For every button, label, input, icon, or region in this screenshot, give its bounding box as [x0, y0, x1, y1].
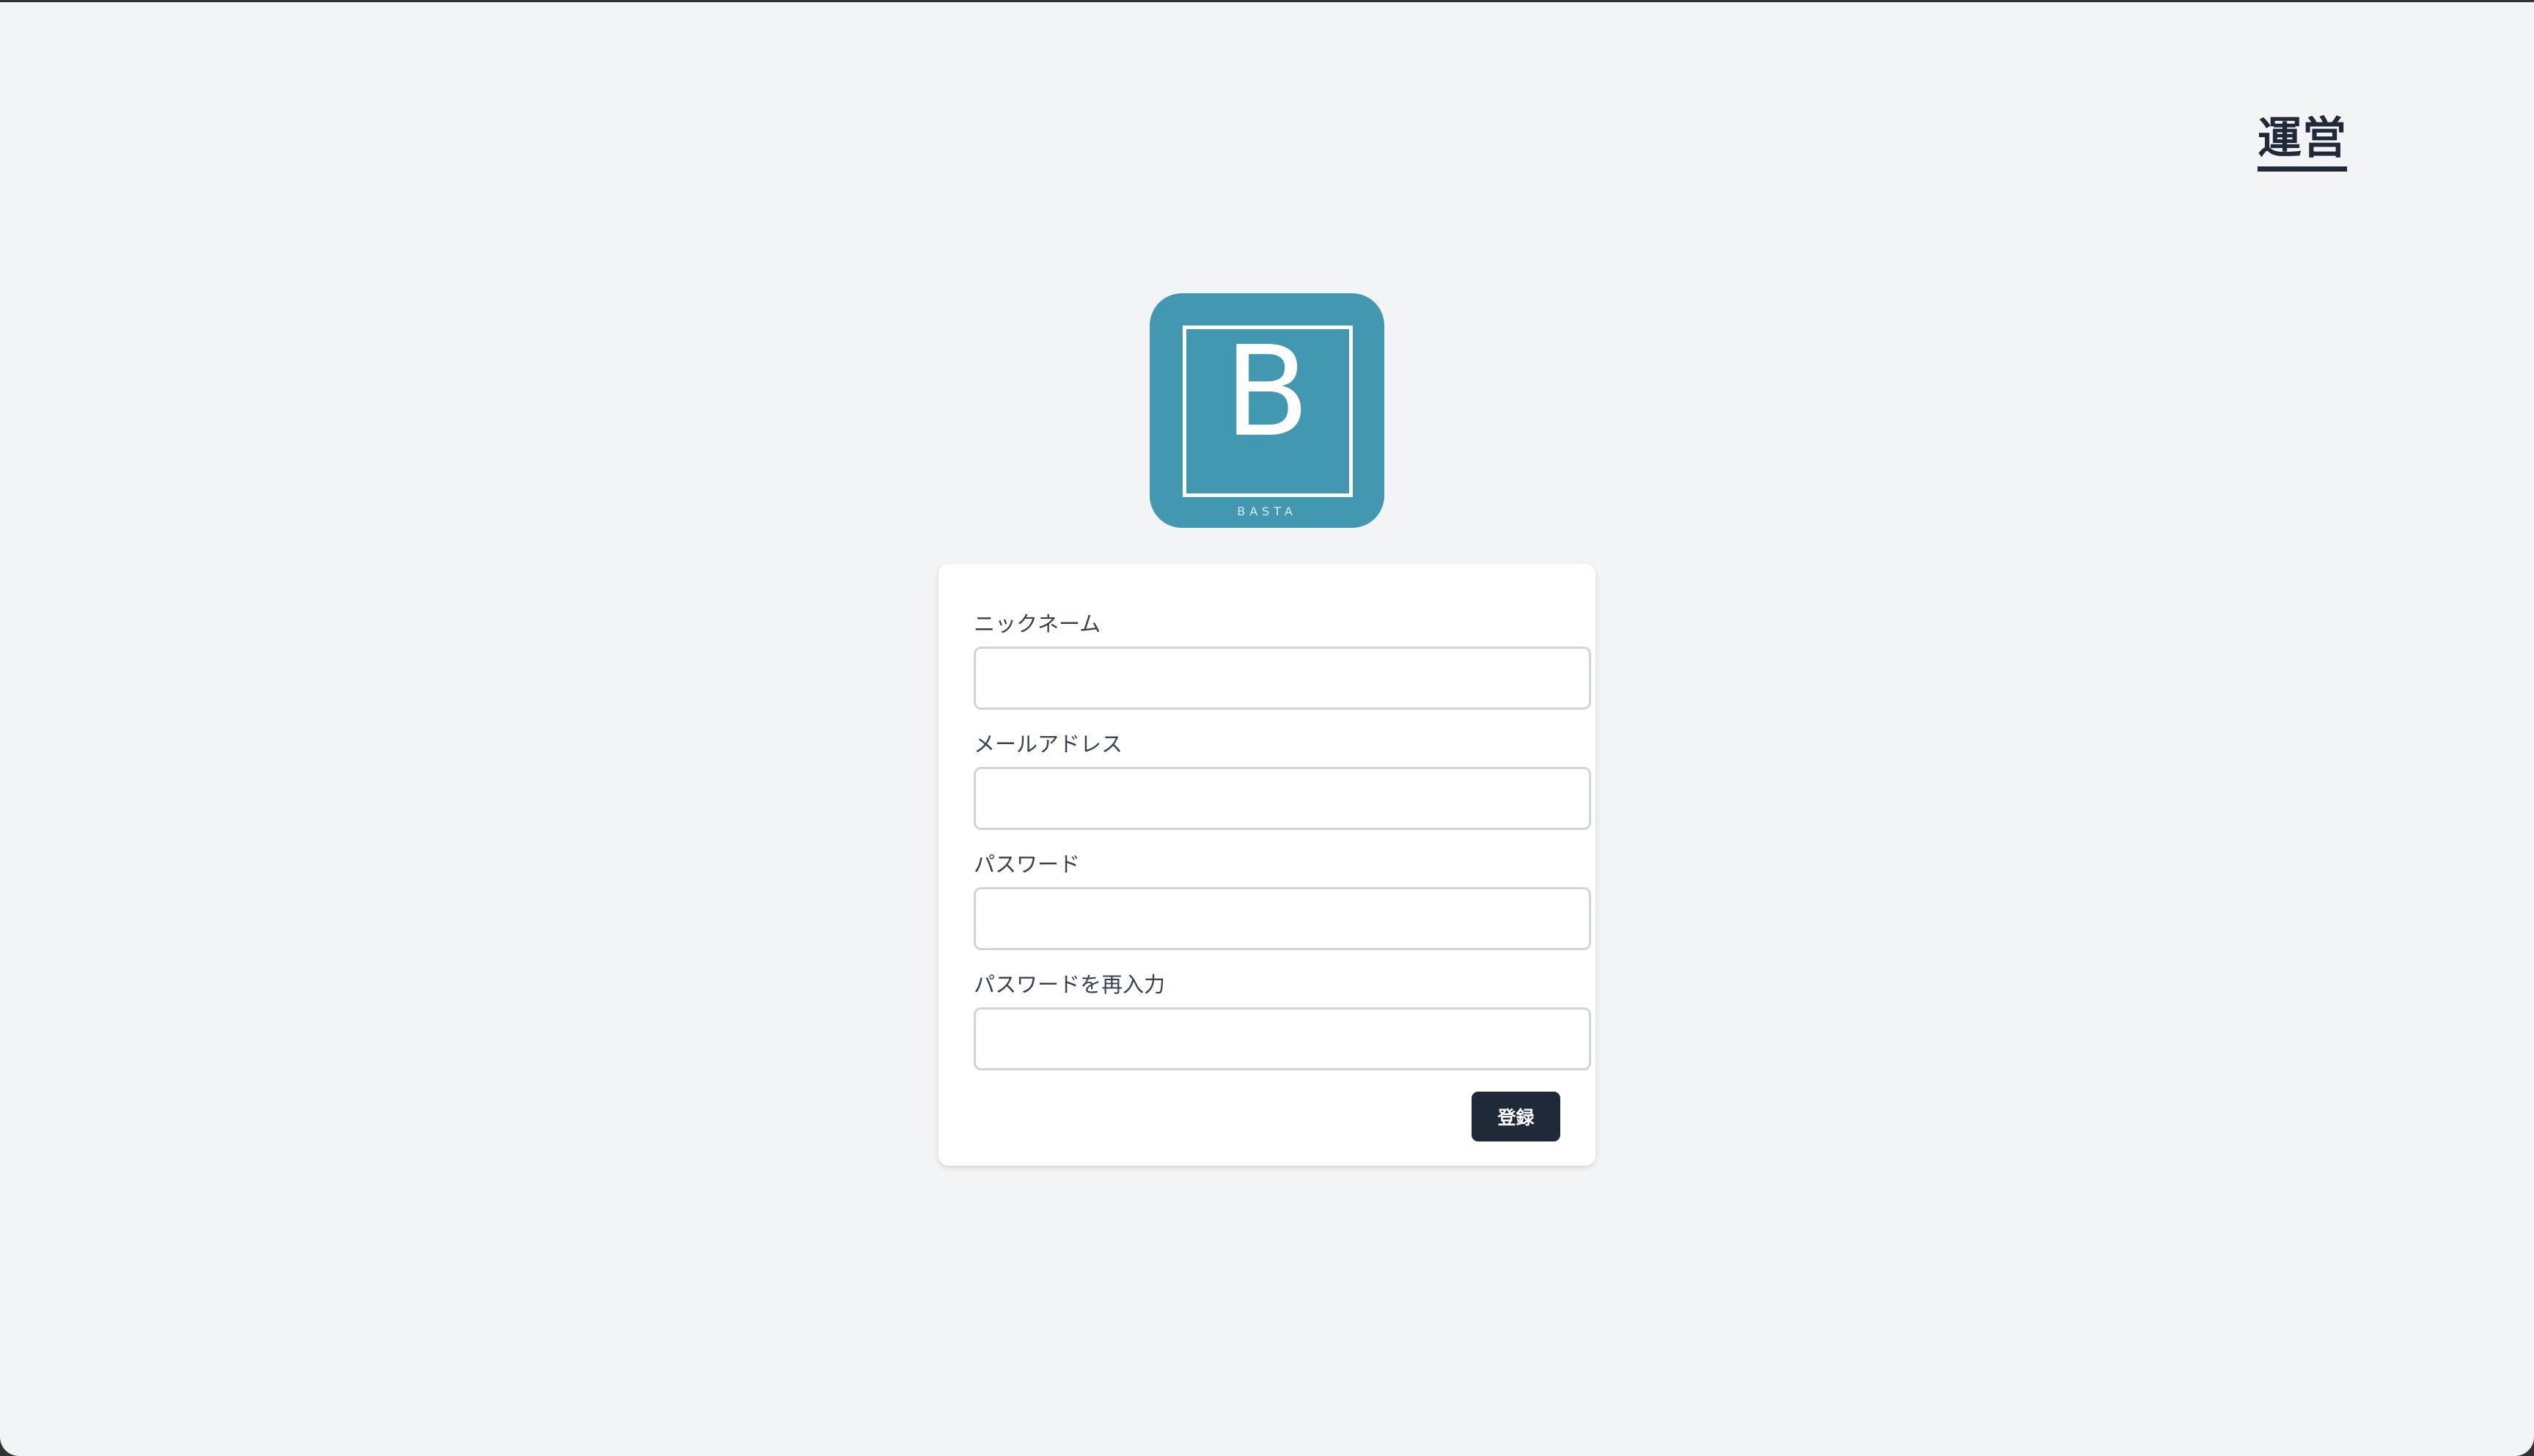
- email-label: メールアドレス: [974, 732, 1123, 757]
- password-input[interactable]: [974, 887, 1591, 950]
- admin-link[interactable]: 運営: [2258, 117, 2347, 172]
- nickname-label: ニックネーム: [974, 611, 1101, 636]
- app-window: 運営 B BASTA ニックネーム メールアドレス パスワード パスワードを再入…: [0, 2, 2534, 1456]
- basta-logo: B BASTA: [1150, 293, 1384, 528]
- logo-letter: B: [1224, 320, 1310, 465]
- password-confirm-input[interactable]: [974, 1007, 1591, 1070]
- nickname-input[interactable]: [974, 647, 1591, 710]
- email-input[interactable]: [974, 767, 1591, 830]
- password-confirm-label: パスワードを再入力: [974, 972, 1166, 997]
- register-button[interactable]: 登録: [1472, 1092, 1560, 1141]
- logo-caption: BASTA: [1237, 504, 1297, 518]
- register-form: ニックネーム メールアドレス パスワード パスワードを再入力 登録: [939, 564, 1595, 1166]
- password-label: パスワード: [974, 852, 1081, 877]
